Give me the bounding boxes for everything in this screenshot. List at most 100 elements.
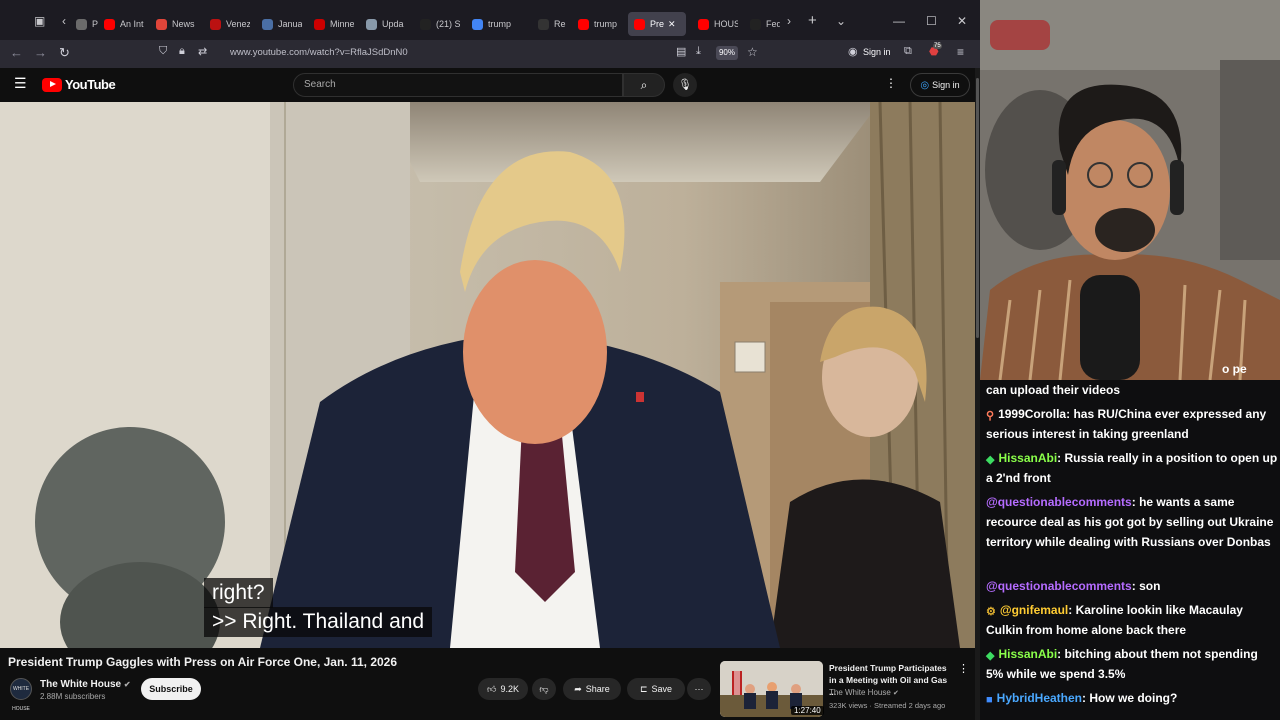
tab-favicon-icon [76, 18, 87, 30]
video-player[interactable]: right? >> Right. Thailand and [0, 102, 975, 648]
dislike-button[interactable]: 👎︎ [532, 678, 556, 700]
download-page-icon[interactable]: ⤓ [696, 45, 701, 58]
tab-label: News [172, 19, 195, 29]
scrollbar-thumb[interactable] [976, 78, 979, 338]
browser-tab[interactable]: An Int [104, 12, 144, 36]
shield-icon[interactable]: ⛉ [159, 45, 167, 58]
chat-username[interactable]: @questionablecomments [986, 579, 1132, 593]
forward-icon[interactable]: → [34, 45, 47, 60]
permissions-icon[interactable]: ⇄ [198, 45, 207, 58]
extensions-icon[interactable]: ⧉ [904, 45, 912, 58]
minimize-icon[interactable]: — [893, 14, 905, 28]
chat-text: : How we doing? [1082, 691, 1178, 705]
caption-line-2: >> Right. Thailand and [204, 607, 433, 637]
browser-tab[interactable]: News [156, 12, 196, 36]
browser-tab[interactable]: (21) S [420, 12, 460, 36]
video-frame [0, 102, 975, 648]
chat-username[interactable]: HissanAbi [998, 647, 1057, 661]
share-button[interactable]: ➦ Share [563, 678, 621, 700]
browser-tab[interactable]: Fed [750, 12, 780, 36]
chat-username[interactable]: HissanAbi [998, 451, 1057, 465]
channel-name[interactable]: The White House ✔ [40, 679, 131, 690]
tab-scroll-right-icon[interactable]: › [787, 14, 791, 28]
chat-badge-icon: ◆ [986, 454, 995, 466]
tab-bar: ▣ ‹ Pu An Int News Venez Janua Minne Upda (21) … [0, 0, 980, 44]
channel-avatar[interactable]: WHITE HOUSE [10, 678, 32, 712]
tab-label: Remo [554, 19, 566, 29]
tab-favicon-icon [420, 18, 431, 30]
url-bar[interactable]: www.youtube.com/watch?v=RflaJSdDnN0 [230, 47, 408, 58]
tab-favicon-icon [698, 18, 709, 30]
chat-username[interactable]: HybridHeathen [997, 691, 1082, 705]
browser-tab[interactable]: Venez [210, 12, 250, 36]
tab-favicon-icon [750, 18, 761, 30]
recommended-more-icon[interactable]: ⋮ [958, 662, 969, 675]
browser-tab[interactable]: Upda [366, 12, 406, 36]
chat-message: ■ HybridHeathen: How we doing? [986, 688, 1278, 708]
tab-label: trump [594, 19, 618, 29]
webcam-overlay-text: o pe [1222, 362, 1247, 376]
close-window-icon[interactable]: ✕ [957, 14, 967, 28]
save-button[interactable]: ⊏ Save [627, 678, 685, 700]
browser-tab[interactable]: HOUS [698, 12, 738, 36]
tab-scroll-left-icon[interactable]: ‹ [62, 14, 66, 28]
browser-tab[interactable]: Remo [538, 12, 566, 36]
chat-username[interactable]: @gnifemaul [1000, 603, 1068, 617]
search-input[interactable]: Search [293, 73, 623, 97]
reload-icon[interactable]: ↻ [59, 45, 70, 61]
hamburger-menu-icon[interactable]: ☰ [14, 75, 27, 92]
tab-label: Fed [766, 19, 780, 29]
tab-label: Janua [278, 19, 302, 29]
recommended-video-duration: 1:27:40 [791, 706, 824, 715]
tab-favicon-icon [314, 18, 325, 30]
chat-badge-icon: ◆ [986, 650, 995, 662]
verified-icon: ✔ [123, 680, 131, 689]
share-label: Share [585, 684, 610, 694]
browser-signin-label[interactable]: Sign in [863, 47, 891, 57]
more-options-icon[interactable]: ⋮ [885, 76, 897, 90]
thumbs-up-icon: 👍︎ [487, 683, 497, 694]
more-actions-button[interactable]: ⋯ [687, 678, 711, 700]
recommended-video-channel[interactable]: The White House ✔ [829, 688, 899, 697]
tab-overview-icon[interactable]: ▣ [34, 14, 45, 28]
chat-username[interactable]: @questionablecomments [986, 495, 1132, 509]
tab-favicon-icon [472, 18, 483, 30]
browser-tab[interactable]: Janua [262, 12, 302, 36]
subscriber-count: 2.88M subscribers [40, 692, 106, 701]
browser-tab[interactable]: trump [578, 12, 618, 36]
chat-message: ⚲ 1999Corolla: has RU/China ever expresse… [986, 404, 1278, 444]
search-button[interactable]: ⌕ [623, 73, 665, 97]
tab-list-icon[interactable]: ⌄ [836, 14, 846, 28]
menu-icon[interactable]: ≡ [957, 45, 964, 59]
bookmark-star-icon[interactable]: ☆ [747, 45, 758, 59]
youtube-play-icon [42, 77, 62, 92]
extension-badge: 75 [933, 43, 942, 49]
browser-tab[interactable]: trump [472, 12, 520, 36]
zoom-indicator[interactable]: 90% [716, 46, 738, 60]
like-count: 9.2K [500, 684, 519, 694]
chat-text: : son [1131, 579, 1161, 593]
youtube-signin-button[interactable]: ◎ Sign in [910, 73, 970, 97]
reader-mode-icon[interactable]: ▤ [676, 45, 686, 58]
browser-tab[interactable]: Pu [76, 12, 98, 36]
browser-tab[interactable]: Pre ✕ [628, 12, 686, 36]
youtube-logo-text: YouTube [65, 77, 116, 92]
lock-icon[interactable]: 🔒︎ [179, 45, 185, 58]
back-icon[interactable]: ← [10, 45, 23, 60]
voice-search-button[interactable]: 🎙︎ [673, 73, 697, 97]
like-button[interactable]: 👍︎ 9.2K [478, 678, 528, 700]
new-tab-icon[interactable]: + [808, 12, 817, 29]
youtube-logo[interactable]: YouTube [42, 77, 116, 92]
maximize-icon[interactable]: ☐ [926, 14, 937, 28]
search-icon: ⌕ [640, 78, 648, 92]
microphone-icon: 🎙︎ [678, 79, 692, 91]
browser-tab[interactable]: Minne [314, 12, 354, 36]
user-icon: ◎ [920, 79, 930, 91]
chat-message: ◆ HissanAbi: Russia really in a position … [986, 448, 1278, 488]
subscribe-button[interactable]: Subscribe [141, 678, 201, 700]
chat-message: ◆ HissanAbi: bitching about them not spen… [986, 644, 1278, 684]
close-tab-icon[interactable]: ✕ [668, 19, 676, 30]
tab-label: Pu [92, 19, 98, 29]
account-icon[interactable]: ◉ [848, 45, 858, 58]
chat-username[interactable]: 1999Corolla [998, 407, 1066, 421]
